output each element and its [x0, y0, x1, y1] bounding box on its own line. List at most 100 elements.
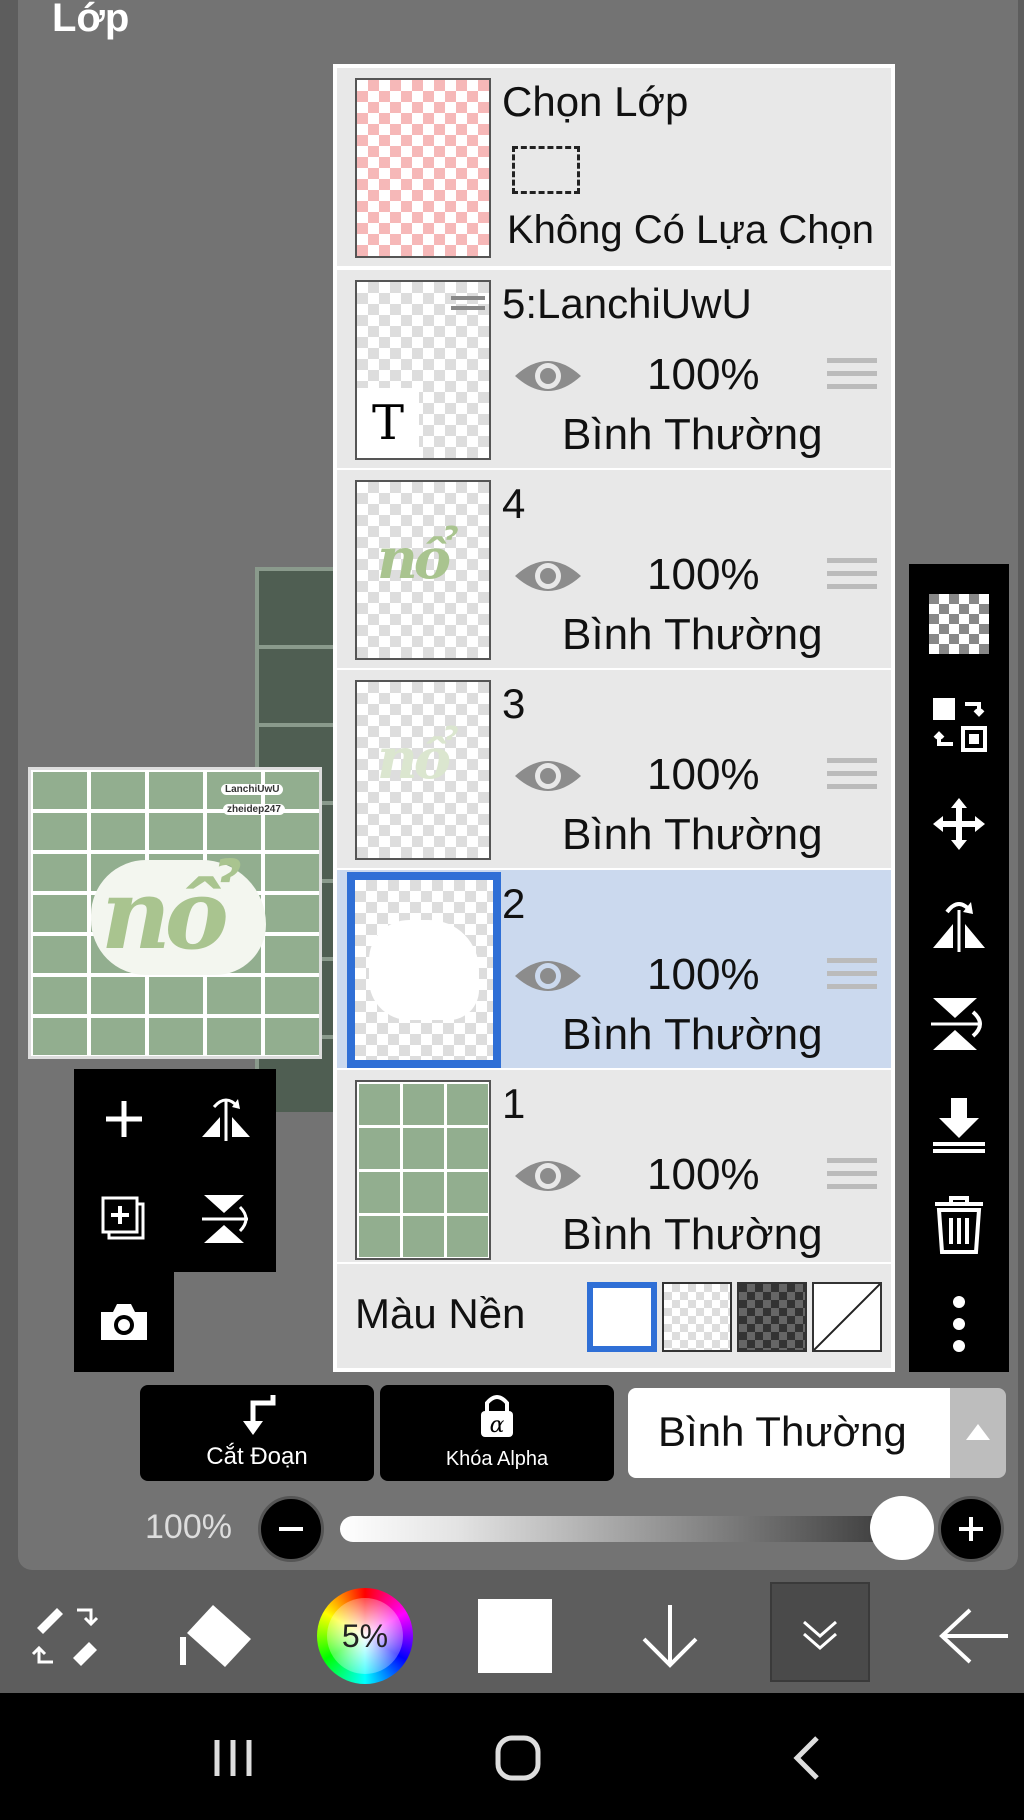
home-button[interactable] — [468, 1718, 568, 1798]
flip-vertical-button[interactable] — [186, 1179, 266, 1259]
bg-dark-checker-swatch[interactable] — [737, 1282, 807, 1352]
right-tool-strip — [909, 564, 1009, 1372]
bg-transparent-swatch[interactable] — [662, 1282, 732, 1352]
thumb-art: nổ — [377, 526, 451, 592]
layer-name: 3 — [502, 680, 526, 727]
transparency-button[interactable] — [909, 574, 1009, 674]
recent-apps-button[interactable] — [183, 1718, 283, 1798]
selection-status: Không Có Lựa Chọn — [507, 208, 875, 252]
preview-tag: zheidep247 — [223, 804, 285, 815]
move-icon — [933, 798, 985, 850]
chevron-left-icon — [793, 1736, 819, 1780]
home-icon — [495, 1735, 541, 1781]
delete-layer-button[interactable] — [909, 1174, 1009, 1274]
camera-pad — [74, 1272, 174, 1372]
layer-panel-toggle-button[interactable] — [770, 1582, 870, 1682]
fill-tool-button[interactable] — [170, 1578, 260, 1693]
blend-mode-dropdown-button[interactable] — [950, 1388, 1006, 1478]
drag-handle-icon[interactable] — [827, 558, 877, 598]
panel-notch — [174, 1272, 276, 1372]
plus-icon — [106, 1101, 142, 1137]
selection-row[interactable]: Chọn Lớp Không Có Lựa Chọn — [337, 68, 891, 268]
plus-icon — [959, 1517, 983, 1541]
move-button[interactable] — [909, 774, 1009, 874]
system-nav-bar — [0, 1693, 1024, 1820]
text-layer-icon: T — [357, 388, 419, 458]
preview-artwork-text: nổ — [101, 858, 229, 971]
flip-layer-vertical-button[interactable] — [909, 974, 1009, 1074]
blend-mode-select[interactable]: Bình Thường — [628, 1388, 950, 1478]
layer-blend-mode: Bình Thường — [562, 610, 823, 659]
layer-row[interactable]: nổ 3 100% Bình Thường — [337, 670, 891, 870]
bottom-toolbar: 5% — [0, 1578, 1024, 1693]
alpha-lock-label: Khóa Alpha — [445, 1448, 549, 1470]
color-wheel-button[interactable]: 5% — [310, 1578, 420, 1693]
tool-switch-button[interactable] — [20, 1578, 110, 1693]
swap-layers-button[interactable] — [909, 674, 1009, 774]
layer-opacity: 100% — [647, 1150, 760, 1199]
minus-icon — [279, 1527, 303, 1531]
eye-icon[interactable] — [513, 554, 583, 598]
checkerboard-icon — [929, 594, 989, 654]
opacity-increase-button[interactable] — [938, 1496, 1004, 1562]
canvas-preview[interactable]: nổ LanchiUwU zheidep247 — [28, 767, 322, 1059]
layer-down-button[interactable] — [620, 1578, 720, 1693]
layer-thumbnail: T — [355, 280, 491, 460]
selection-thumbnail — [355, 78, 491, 258]
layer-name: 4 — [502, 480, 526, 527]
layer-name: 5:LanchiUwU — [502, 280, 752, 327]
caret-up-icon — [966, 1424, 990, 1440]
bg-white-swatch[interactable] — [587, 1282, 657, 1352]
trash-icon — [935, 1196, 983, 1254]
slash-icon — [813, 1283, 881, 1351]
duplicate-layer-button[interactable] — [84, 1179, 164, 1259]
layer-opacity: 100% — [647, 550, 760, 599]
arrow-left-icon — [939, 1608, 1008, 1663]
clipping-label: Cắt Đoạn — [206, 1443, 308, 1470]
merge-down-button[interactable] — [909, 1074, 1009, 1174]
eye-icon[interactable] — [513, 354, 583, 398]
system-back-button[interactable] — [757, 1718, 857, 1798]
drag-handle-icon[interactable] — [827, 958, 877, 998]
layer-row[interactable]: 1 100% Bình Thường — [337, 1070, 891, 1264]
eye-icon[interactable] — [513, 954, 583, 998]
thumb-art — [369, 920, 479, 1020]
clipping-button[interactable]: Cắt Đoạn — [140, 1385, 374, 1481]
layer-opacity: 100% — [647, 350, 760, 399]
clip-arrow-icon — [243, 1395, 276, 1435]
alpha-lock-button[interactable]: α Khóa Alpha — [380, 1385, 614, 1481]
layer-row[interactable]: nổ 4 100% Bình Thường — [337, 470, 891, 670]
paint-bucket-icon — [180, 1604, 251, 1667]
more-vertical-icon — [953, 1296, 965, 1352]
flip-horizontal-icon — [202, 1098, 250, 1141]
flip-horizontal-icon — [933, 902, 985, 952]
left-tool-panel — [74, 1069, 276, 1372]
add-layer-button[interactable] — [84, 1079, 164, 1159]
camera-button[interactable] — [84, 1282, 164, 1362]
flip-horizontal-button[interactable] — [186, 1079, 266, 1159]
color-wheel-icon: 5% — [317, 1587, 413, 1684]
bg-none-swatch[interactable] — [812, 1282, 882, 1352]
opacity-slider[interactable] — [340, 1516, 930, 1542]
arrow-down-icon — [642, 1604, 698, 1668]
drag-handle-icon[interactable] — [827, 1158, 877, 1198]
add-copy-icon — [101, 1196, 145, 1240]
drag-handle-icon[interactable] — [827, 358, 877, 398]
layer-thumbnail: nổ — [355, 680, 491, 860]
layer-row[interactable]: T 5:LanchiUwU 100% Bình Thường — [337, 270, 891, 470]
opacity-decrease-button[interactable] — [258, 1496, 324, 1562]
camera-icon — [101, 1304, 147, 1340]
layer-row-selected[interactable]: 2 100% Bình Thường — [337, 870, 891, 1070]
background-color-label: Màu Nền — [355, 1290, 526, 1337]
opacity-slider-knob[interactable] — [870, 1496, 934, 1560]
back-button[interactable] — [924, 1578, 1024, 1693]
eye-icon[interactable] — [513, 1154, 583, 1198]
swap-icon — [933, 698, 987, 752]
page-title: Lớp — [52, 0, 130, 40]
more-options-button[interactable] — [909, 1274, 1009, 1374]
layer-panel: Chọn Lớp Không Có Lựa Chọn T 5:LanchiUwU… — [333, 64, 895, 1372]
eye-icon[interactable] — [513, 754, 583, 798]
current-color-button[interactable] — [470, 1578, 560, 1693]
flip-layer-horizontal-button[interactable] — [909, 874, 1009, 974]
drag-handle-icon[interactable] — [827, 758, 877, 798]
